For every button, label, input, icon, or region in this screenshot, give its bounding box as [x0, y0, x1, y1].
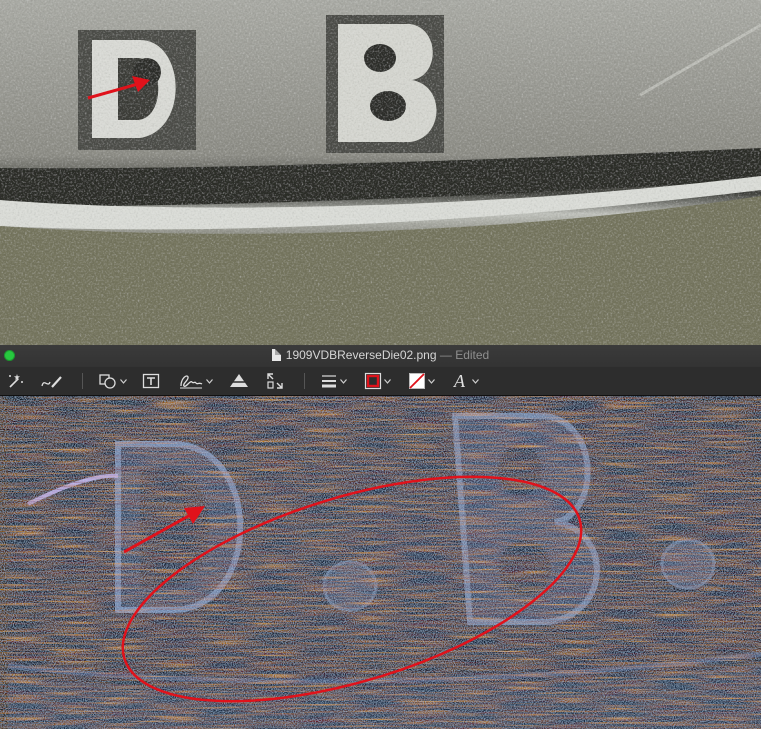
resize-icon — [267, 373, 283, 389]
text-style-menu[interactable]: A — [454, 370, 479, 392]
window-title: 1909VDBReverseDie02.png — Edited — [0, 348, 761, 362]
coin-closeup-bottom-image — [0, 396, 761, 729]
border-color-menu[interactable] — [364, 370, 391, 392]
window-edited-status: — Edited — [439, 348, 490, 362]
document-icon — [271, 349, 281, 361]
markup-toolbar: A — [0, 367, 761, 396]
chevron-down-icon — [428, 378, 435, 384]
toolbar-separator — [304, 373, 305, 389]
adjust-size-tool[interactable] — [266, 370, 284, 392]
chevron-down-icon — [340, 378, 347, 384]
adjust-color-icon — [229, 374, 249, 387]
coin-photo-top — [0, 0, 761, 345]
toolbar-separator — [82, 373, 83, 389]
preview-window: 1909VDBReverseDie02.png — Edited A — [0, 345, 761, 729]
sketch-pen-icon — [41, 376, 62, 388]
line-style-icon — [322, 375, 336, 388]
chevron-down-icon — [472, 378, 479, 384]
shapes-menu[interactable] — [98, 370, 127, 392]
window-filename: 1909VDBReverseDie02.png — [285, 348, 437, 362]
chevron-down-icon — [384, 378, 391, 384]
text-tool[interactable] — [142, 370, 160, 392]
chevron-down-icon — [206, 378, 213, 384]
text-style-icon: A — [454, 371, 465, 391]
line-style-menu[interactable] — [320, 370, 347, 392]
adjust-color-tool[interactable] — [228, 370, 250, 392]
signature-icon — [180, 375, 203, 389]
instant-alpha-tool[interactable] — [6, 370, 24, 392]
magic-wand-icon — [9, 374, 23, 388]
text-box-icon — [142, 373, 160, 389]
coin-closeup-top-image — [0, 0, 761, 345]
title-bar[interactable]: 1909VDBReverseDie02.png — Edited — [0, 345, 761, 367]
fill-color-icon — [409, 373, 425, 389]
sign-menu[interactable] — [178, 370, 213, 392]
shapes-icon — [99, 374, 116, 389]
chevron-down-icon — [120, 378, 127, 384]
fill-color-menu[interactable] — [408, 370, 435, 392]
sketch-tool[interactable] — [40, 370, 64, 392]
image-canvas[interactable] — [0, 396, 761, 729]
border-color-icon — [364, 372, 382, 390]
